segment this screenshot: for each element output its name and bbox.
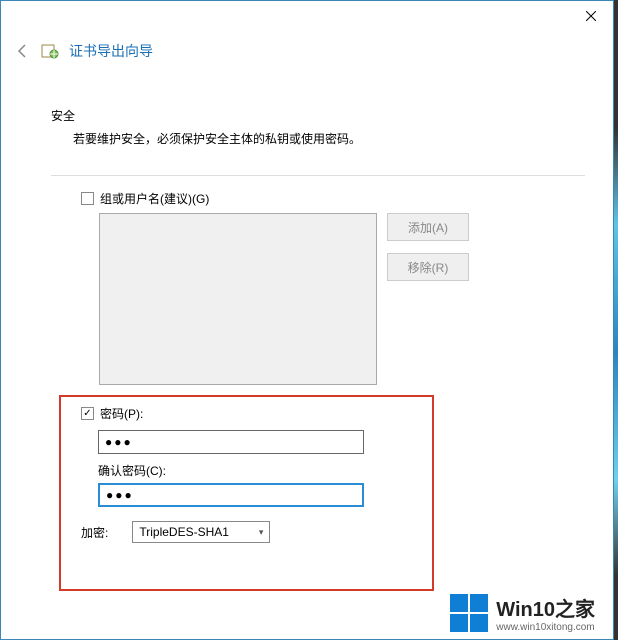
add-button[interactable]: 添加(A) [387, 213, 469, 241]
back-arrow-icon[interactable] [15, 43, 31, 59]
confirm-password-label: 确认密码(C): [98, 462, 431, 479]
password-value: ●●● [105, 435, 133, 449]
titlebar [1, 1, 613, 31]
wizard-window: 证书导出向导 安全 若要维护安全，必须保护安全主体的私钥或使用密码。 组或用户名… [0, 0, 614, 640]
watermark: Win10之家 www.win10xitong.com [450, 593, 595, 633]
password-input[interactable]: ●●● [98, 430, 364, 454]
wizard-title: 证书导出向导 [69, 41, 153, 61]
button-column: 添加(A) 移除(R) [387, 213, 469, 385]
encryption-label: 加密: [81, 524, 108, 541]
password-checkbox-label: 密码(P): [100, 405, 143, 422]
listbox-row: 添加(A) 移除(R) [99, 213, 585, 385]
remove-button[interactable]: 移除(R) [387, 253, 469, 281]
chevron-down-icon: ▾ [259, 527, 264, 538]
close-icon [586, 11, 596, 21]
desktop-edge [614, 0, 618, 640]
encryption-selected: TripleDES-SHA1 [139, 525, 229, 539]
watermark-brand: Win10之家 [496, 593, 595, 622]
certificate-wizard-icon [41, 42, 59, 60]
group-checkbox-row: 组或用户名(建议)(G) [81, 190, 585, 207]
header-row: 证书导出向导 [15, 41, 153, 61]
group-users-listbox[interactable] [99, 213, 377, 385]
confirm-password-value: ●●● [106, 488, 134, 502]
close-button[interactable] [568, 1, 613, 31]
watermark-text: Win10之家 www.win10xitong.com [496, 593, 595, 633]
confirm-password-input[interactable]: ●●● [98, 483, 364, 507]
password-checkbox[interactable] [81, 407, 94, 420]
encryption-select[interactable]: TripleDES-SHA1 ▾ [132, 521, 270, 543]
group-checkbox[interactable] [81, 192, 94, 205]
encryption-row: 加密: TripleDES-SHA1 ▾ [81, 521, 431, 543]
section-title: 安全 [51, 107, 585, 124]
windows-logo-icon [450, 594, 488, 632]
content-area: 安全 若要维护安全，必须保护安全主体的私钥或使用密码。 组或用户名(建议)(G)… [51, 107, 585, 385]
divider [51, 175, 585, 176]
section-description: 若要维护安全，必须保护安全主体的私钥或使用密码。 [73, 130, 585, 147]
group-checkbox-label: 组或用户名(建议)(G) [100, 190, 209, 207]
watermark-url: www.win10xitong.com [496, 622, 595, 633]
password-section: 密码(P): ●●● 确认密码(C): ●●● 加密: TripleDES-SH… [81, 405, 431, 543]
password-checkbox-row: 密码(P): [81, 405, 431, 422]
